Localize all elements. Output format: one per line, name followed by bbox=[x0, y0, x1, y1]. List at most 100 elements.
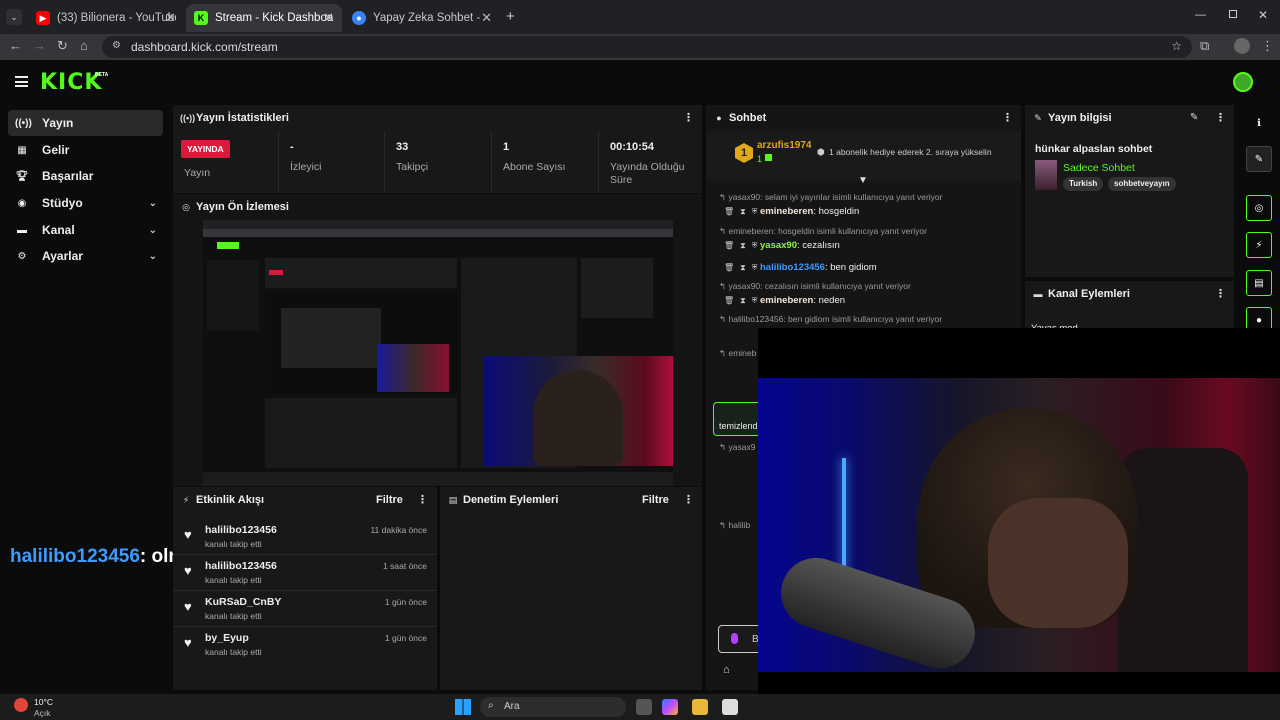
heart-icon: ♥ bbox=[184, 599, 192, 614]
category-thumbnail bbox=[1035, 160, 1057, 190]
kebab-menu-icon[interactable]: ⋮ bbox=[1002, 111, 1013, 124]
kebab-menu-icon[interactable]: ⋮ bbox=[683, 111, 694, 124]
site-info-icon[interactable]: ⚙ bbox=[112, 40, 121, 51]
sidebar-item-yayin[interactable]: ((•)) Yayın bbox=[8, 110, 163, 136]
close-tab-icon[interactable]: ✕ bbox=[165, 10, 176, 26]
task-view-icon[interactable] bbox=[636, 699, 652, 715]
gift-count: 1 bbox=[757, 154, 763, 164]
browser-tab-bar: ⌄ ▶ (33) Bilionera - YouTube ✕ K Stream … bbox=[0, 0, 1280, 34]
taskbar-search[interactable]: ⌕ Ara bbox=[480, 697, 626, 717]
preview-mini-sidebar bbox=[207, 260, 259, 330]
preview-mini-events bbox=[265, 398, 457, 468]
collapse-pinned-icon[interactable]: ▼ bbox=[858, 175, 868, 186]
tab-ai-chat[interactable]: ● Yapay Zeka Sohbet - MissXss AI ✕ bbox=[344, 4, 500, 32]
weather-temp[interactable]: 10°C bbox=[34, 697, 53, 707]
sidebar-item-basarilar[interactable]: 🏆︎ Başarılar bbox=[8, 163, 163, 189]
minimize-icon[interactable]: — bbox=[1195, 9, 1206, 21]
hamburger-menu-icon[interactable] bbox=[15, 76, 28, 87]
moderation-panel: ▤ Denetim Eylemleri Filtre ⋮ bbox=[440, 487, 702, 690]
filter-button[interactable]: Filtre bbox=[642, 494, 669, 506]
maximize-icon[interactable] bbox=[1229, 10, 1237, 18]
browser-menu-icon[interactable]: ⋮ bbox=[1261, 38, 1274, 54]
user-avatar[interactable] bbox=[1233, 72, 1253, 92]
home-icon[interactable]: ⌂ bbox=[80, 38, 88, 53]
sidebar: ((•)) Yayın ▦ Gelir 🏆︎ Başarılar ◉ Stüdyo ⌄ … bbox=[0, 105, 170, 690]
stream-title: hünkar alpaslan sohbet bbox=[1035, 143, 1153, 155]
kebab-menu-icon[interactable]: ⋮ bbox=[1215, 287, 1226, 300]
preview-header: ◎ Yayın Ön İzlemesi bbox=[173, 194, 702, 220]
new-tab-button[interactable]: + bbox=[506, 8, 515, 25]
mod-action-icons[interactable]: 🗑︎⧗⛨ bbox=[714, 263, 760, 273]
person-face bbox=[988, 498, 1128, 628]
preview-mini-info bbox=[581, 258, 653, 318]
gift-promo-text: 1 abonelik hediye ederek 2. sıraya yükse… bbox=[829, 147, 992, 157]
preview-mini-addressbar bbox=[203, 229, 673, 237]
bookmark-star-icon[interactable]: ☆ bbox=[1171, 39, 1182, 53]
mod-action-icons[interactable]: 🗑︎⧗⛨ bbox=[714, 296, 760, 306]
kebab-menu-icon[interactable]: ⋮ bbox=[1215, 111, 1226, 124]
gift-box-icon: ⬢ bbox=[817, 147, 825, 157]
webcam-overlay bbox=[758, 328, 1280, 720]
edit-icon[interactable]: ✎ bbox=[1246, 146, 1272, 172]
tag-sohbet[interactable]: sohbetveyayın bbox=[1108, 177, 1176, 191]
forward-icon[interactable]: → bbox=[33, 38, 46, 53]
chat-message: 🗑︎⧗⛨emineberen: neden bbox=[714, 295, 845, 306]
windows-start-icon[interactable] bbox=[455, 699, 471, 715]
moderation-toggle-icon[interactable]: ▤ bbox=[1246, 270, 1272, 296]
event-feed-panel: ⚡ Etkinlik Akışı Filtre ⋮ ♥ halilibo12345… bbox=[173, 487, 437, 690]
heart-icon: ♥ bbox=[184, 635, 192, 650]
chat-input[interactable]: B bbox=[718, 625, 762, 653]
sidebar-item-studyo[interactable]: ◉ Stüdyo ⌄ bbox=[8, 190, 163, 216]
reply-context-partial: ↰ emineb bbox=[719, 348, 757, 358]
edit-pencil-icon[interactable]: ✎ bbox=[1190, 112, 1198, 123]
close-window-icon[interactable]: ✕ bbox=[1258, 8, 1268, 22]
highlighted-message: temizlend bbox=[713, 402, 763, 436]
preview-mini-logo bbox=[217, 242, 239, 249]
reload-icon[interactable]: ↻ bbox=[57, 38, 68, 54]
stream-stats-panel: ((•)) Yayın İstatistikleri ⋮ YAYINDA Yayı… bbox=[173, 105, 702, 193]
url-text: dashboard.kick.com/stream bbox=[131, 40, 278, 54]
address-field[interactable]: ⚙ dashboard.kick.com/stream ☆ bbox=[102, 36, 1192, 58]
sidebar-item-gelir[interactable]: ▦ Gelir bbox=[8, 137, 163, 163]
sidebar-item-kanal[interactable]: ▬ Kanal ⌄ bbox=[8, 217, 163, 243]
preview-toggle-icon[interactable]: ◎ bbox=[1246, 195, 1272, 221]
youtube-icon: ▶ bbox=[36, 11, 50, 25]
notepad-icon[interactable] bbox=[722, 699, 738, 715]
stream-preview-video[interactable] bbox=[203, 220, 673, 486]
tab-youtube[interactable]: ▶ (33) Bilionera - YouTube ✕ bbox=[28, 4, 184, 32]
trophy-icon: 🏆︎ bbox=[15, 170, 29, 182]
tab-search-icon[interactable]: ⌄ bbox=[6, 9, 22, 25]
app-header: KICK BETA bbox=[0, 60, 1280, 105]
preview-webcam-person bbox=[533, 370, 623, 466]
microphone-icon[interactable] bbox=[731, 633, 738, 644]
tab-kick-dashboard[interactable]: K Stream - Kick Dashboard ✕ bbox=[186, 4, 342, 32]
weather-icon bbox=[14, 698, 28, 712]
kick-logo[interactable]: KICK bbox=[40, 70, 102, 95]
info-icon[interactable]: ℹ bbox=[1246, 110, 1272, 136]
profile-avatar[interactable] bbox=[1234, 38, 1250, 54]
preview-mini-nested bbox=[281, 308, 381, 368]
gifter-username[interactable]: arzufis1974 bbox=[757, 140, 811, 151]
filter-button[interactable]: Filtre bbox=[376, 494, 403, 506]
tag-turkish[interactable]: Turkish bbox=[1063, 177, 1104, 191]
category-name[interactable]: Sadece Sohbet bbox=[1063, 162, 1135, 174]
back-icon[interactable]: ← bbox=[9, 38, 22, 53]
browser-toolbar: ← → ↻ ⌂ ⚙ dashboard.kick.com/stream ☆ ⧉ … bbox=[0, 34, 1280, 60]
close-tab-icon[interactable]: ✕ bbox=[323, 10, 334, 26]
stat-live: YAYINDA Yayın bbox=[173, 131, 278, 193]
kebab-menu-icon[interactable]: ⋮ bbox=[683, 493, 694, 506]
reply-context-partial: ↰ yasax9 bbox=[719, 442, 756, 452]
events-toggle-icon[interactable]: ⚡ bbox=[1246, 232, 1272, 258]
copilot-icon[interactable] bbox=[662, 699, 678, 715]
mod-action-icons[interactable]: 🗑︎⧗⛨ bbox=[714, 241, 760, 251]
sidebar-item-ayarlar[interactable]: ⚙ Ayarlar ⌄ bbox=[8, 243, 163, 269]
close-tab-icon[interactable]: ✕ bbox=[481, 10, 492, 26]
extensions-icon[interactable]: ⧉ bbox=[1200, 38, 1209, 54]
kebab-menu-icon[interactable]: ⋮ bbox=[417, 493, 428, 506]
gift-icon bbox=[765, 154, 772, 161]
mod-action-icons[interactable]: 🗑︎⧗⛨ bbox=[714, 207, 760, 217]
windows-taskbar: 10°C Açık ⌕ Ara bbox=[0, 694, 1280, 720]
reply-context: ↰ emineberen: hosgeldin isimli kullanıcı… bbox=[719, 226, 927, 236]
file-explorer-icon[interactable] bbox=[692, 699, 708, 715]
store-icon[interactable]: ⌂ bbox=[723, 664, 730, 676]
